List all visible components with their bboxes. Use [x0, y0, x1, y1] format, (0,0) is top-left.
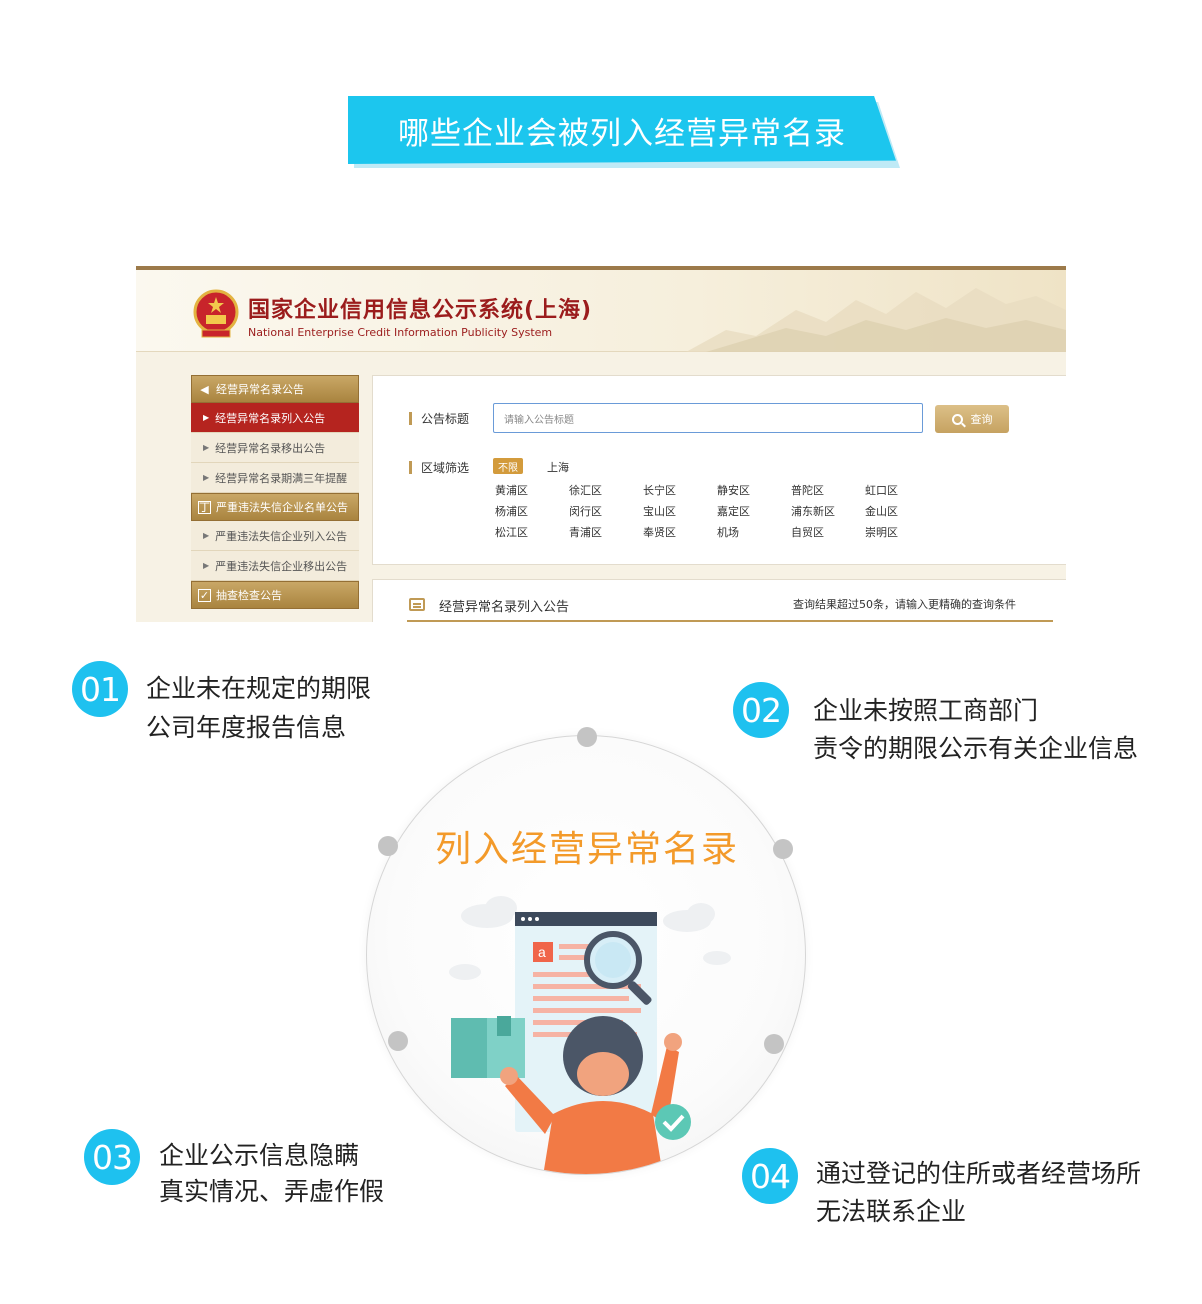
sidebar-group-label: 严重违法失信企业名单公告: [216, 501, 348, 514]
arrow-right-icon: ▶: [203, 561, 210, 570]
district-item[interactable]: 静安区: [717, 482, 750, 498]
search-placeholder: 请输入公告标题: [504, 414, 574, 426]
district-item[interactable]: 浦东新区: [791, 503, 835, 519]
search-input[interactable]: 请输入公告标题: [493, 403, 923, 433]
results-panel: 经营异常名录列入公告 查询结果超过50条，请输入更精确的查询条件: [372, 579, 1066, 622]
sidebar-item-label: 经营异常名录列入公告: [215, 411, 326, 425]
point-04-line-2: 无法联系企业: [816, 1197, 967, 1226]
arrow-right-icon: ▶: [203, 473, 210, 482]
point-number-01: 01: [72, 661, 128, 717]
arrow-right-icon: ▶: [203, 413, 210, 422]
site-header: 国家企业信用信息公示系统(上海) National Enterprise Cre…: [136, 270, 1066, 352]
district-item[interactable]: 闵行区: [569, 503, 602, 519]
region-label: 区域筛选: [409, 459, 469, 476]
sidebar-group-abnormal[interactable]: ◀ 经营异常名录公告: [191, 375, 359, 403]
badge-icon: 丁: [198, 500, 211, 514]
sidebar-item-label: 经营异常名录移出公告: [215, 441, 326, 455]
search-button[interactable]: 查询: [935, 405, 1009, 433]
sidebar-group-label: 经营异常名录公告: [216, 383, 304, 396]
point-number-04: 04: [742, 1148, 798, 1204]
district-item[interactable]: 松江区: [495, 524, 528, 540]
region-unlimited-tag[interactable]: 不限: [493, 458, 523, 474]
search-panel: 公告标题 请输入公告标题 查询 区域筛选 不限 上海 黄浦区 徐汇区 长宁区 静…: [372, 375, 1066, 565]
point-01-line-2: 公司年度报告信息: [146, 713, 347, 742]
district-item[interactable]: 青浦区: [569, 524, 602, 540]
message-icon: [409, 598, 425, 611]
sidebar-group-inspection[interactable]: ✓ 抽查检查公告: [191, 581, 359, 609]
district-item[interactable]: 宝山区: [643, 503, 676, 519]
site-title: 国家企业信用信息公示系统(上海): [248, 298, 593, 323]
district-item[interactable]: 普陀区: [791, 482, 824, 498]
arrow-right-icon: ▶: [203, 443, 210, 452]
results-title: 经营异常名录列入公告: [439, 600, 570, 615]
checkbox-icon: ✓: [198, 588, 211, 602]
orbit-dot: [773, 839, 793, 859]
orbit-dot: [388, 1031, 408, 1051]
results-note: 查询结果超过50条，请输入更精确的查询条件: [793, 598, 1016, 611]
point-04-line-1: 通过登记的住所或者经营场所: [816, 1159, 1142, 1188]
sidebar-item-serious-remove[interactable]: ▶ 严重违法失信企业移出公告: [191, 551, 359, 581]
speaker-icon: ◀: [200, 382, 209, 396]
orbit-dot: [577, 727, 597, 747]
region-shanghai[interactable]: 上海: [547, 459, 569, 475]
sidebar-group-label: 抽查检查公告: [216, 589, 282, 602]
district-item[interactable]: 徐汇区: [569, 482, 602, 498]
title-label: 公告标题: [409, 410, 469, 427]
website-screenshot: 国家企业信用信息公示系统(上海) National Enterprise Cre…: [136, 266, 1066, 622]
sidebar-item-label: 经营异常名录期满三年提醒: [215, 471, 348, 485]
orbit-dot: [378, 836, 398, 856]
mountain-decoration-icon: [686, 288, 1066, 352]
district-item[interactable]: 奉贤区: [643, 524, 676, 540]
district-item[interactable]: 黄浦区: [495, 482, 528, 498]
sidebar-item-abnormal-remove[interactable]: ▶ 经营异常名录移出公告: [191, 433, 359, 463]
sidebar-item-abnormal-list[interactable]: ▶ 经营异常名录列入公告: [191, 403, 359, 433]
district-item[interactable]: 嘉定区: [717, 503, 750, 519]
sidebar-item-abnormal-expire[interactable]: ▶ 经营异常名录期满三年提醒: [191, 463, 359, 493]
search-illustration-icon: a: [449, 896, 731, 1174]
district-item[interactable]: 金山区: [865, 503, 898, 519]
arrow-right-icon: ▶: [203, 531, 210, 540]
sidebar-group-serious[interactable]: 丁 严重违法失信企业名单公告: [191, 493, 359, 521]
district-item[interactable]: 自贸区: [791, 524, 824, 540]
district-item[interactable]: 机场: [717, 524, 739, 540]
sidebar-item-label: 严重违法失信企业列入公告: [215, 529, 348, 543]
svg-text:a: a: [538, 944, 546, 960]
point-03-line-2: 真实情况、弄虚作假: [159, 1177, 385, 1206]
results-divider: [407, 620, 1053, 622]
national-emblem-icon: [193, 289, 239, 338]
district-item[interactable]: 长宁区: [643, 482, 676, 498]
orbit-dot: [764, 1034, 784, 1054]
point-number-02: 02: [733, 682, 789, 738]
point-02-line-2: 责令的期限公示有关企业信息: [813, 734, 1139, 763]
sidebar-item-label: 严重违法失信企业移出公告: [215, 559, 348, 573]
point-03-line-1: 企业公示信息隐瞒: [159, 1141, 360, 1170]
banner-box: 哪些企业会被列入经营异常名录: [348, 96, 896, 164]
district-item[interactable]: 崇明区: [865, 524, 898, 540]
site-sidebar: ◀ 经营异常名录公告 ▶ 经营异常名录列入公告 ▶ 经营异常名录移出公告 ▶ 经…: [191, 375, 359, 609]
district-item[interactable]: 杨浦区: [495, 503, 528, 519]
search-button-label: 查询: [970, 413, 993, 426]
banner-title: 哪些企业会被列入经营异常名录: [398, 115, 846, 152]
site-subtitle: National Enterprise Credit Information P…: [248, 326, 553, 339]
point-number-03: 03: [84, 1129, 140, 1185]
district-item[interactable]: 虹口区: [865, 482, 898, 498]
point-01-line-1: 企业未在规定的期限: [146, 674, 372, 703]
center-illustration: 列入经营异常名录 a: [366, 735, 806, 1175]
point-02-line-1: 企业未按照工商部门: [813, 696, 1039, 725]
sidebar-item-serious-list[interactable]: ▶ 严重违法失信企业列入公告: [191, 521, 359, 551]
title-banner: 哪些企业会被列入经营异常名录: [348, 96, 904, 172]
search-icon: [951, 413, 963, 425]
